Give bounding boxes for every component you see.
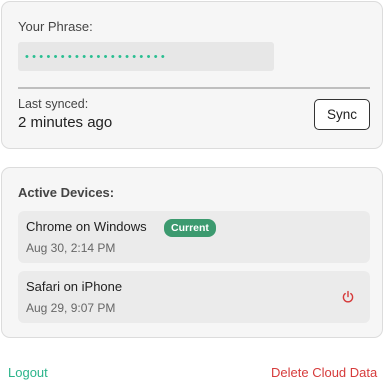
device-row-safari: Safari on iPhone Aug 29, 9:07 PM <box>18 271 370 323</box>
logout-link[interactable]: Logout <box>8 365 48 380</box>
device-time: Aug 30, 2:14 PM <box>26 241 116 255</box>
last-synced-value: 2 minutes ago <box>18 114 113 131</box>
device-row-chrome: Chrome on Windows Current Aug 30, 2:14 P… <box>18 211 370 263</box>
sync-button[interactable]: Sync <box>314 99 370 130</box>
device-name: Safari on iPhone <box>26 279 123 294</box>
last-synced-label: Last synced: <box>18 97 89 111</box>
delete-cloud-data-link[interactable]: Delete Cloud Data <box>271 365 377 380</box>
divider <box>18 87 370 89</box>
phrase-field: •••••••••••••••••••• <box>18 42 274 71</box>
power-icon[interactable] <box>341 290 355 304</box>
phrase-card: Your Phrase: •••••••••••••••••••• Last s… <box>1 1 383 149</box>
devices-card: Active Devices: Chrome on Windows Curren… <box>1 167 383 338</box>
devices-title: Active Devices: <box>18 185 115 200</box>
device-time: Aug 29, 9:07 PM <box>26 301 116 315</box>
current-badge: Current <box>164 219 216 237</box>
phrase-label: Your Phrase: <box>18 19 93 34</box>
device-name: Chrome on Windows <box>26 219 147 234</box>
